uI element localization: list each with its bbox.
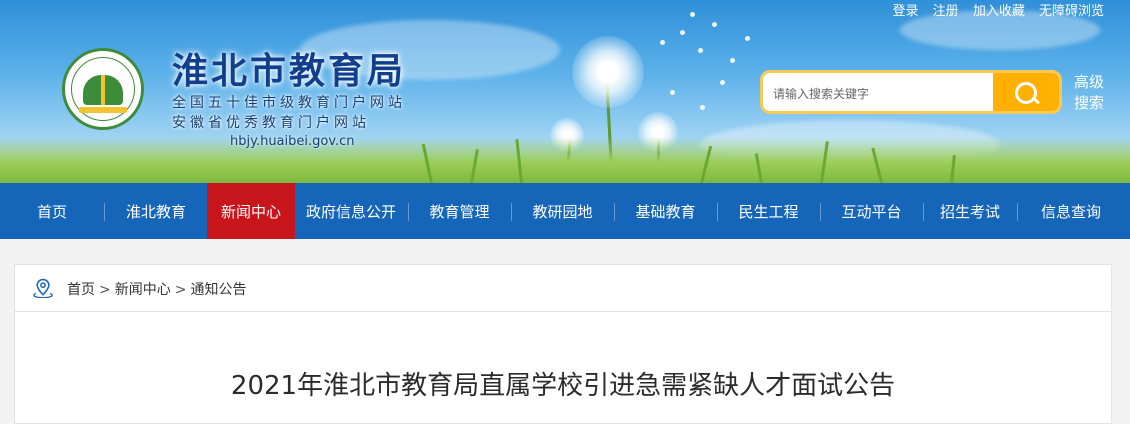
search-input[interactable] [771,81,995,107]
logo-base [79,107,127,113]
add-favorite-link[interactable]: 加入收藏 [973,4,1025,19]
nav-item-enrollment-exams[interactable]: 招生考试 [924,183,1016,239]
article-title: 2021年淮北市教育局直属学校引进急需紧缺人才面试公告 [230,371,896,401]
search-icon-handle [1032,96,1040,105]
nav-item-research-garden[interactable]: 教研园地 [512,183,613,239]
nav-item-info-query[interactable]: 信息查询 [1018,183,1124,239]
nav-item-interactive-platform[interactable]: 互动平台 [821,183,922,239]
site-logo[interactable] [62,48,144,130]
main-nav: 首页 淮北教育 新闻中心 政府信息公开 教育管理 教研园地 基础教育 民生工程 … [0,183,1130,239]
header-banner: 登录 注册 加入收藏 无障碍浏览 淮北市教育局 全国五十佳市级教育门户网站 安徽… [0,0,1130,183]
accessibility-link[interactable]: 无障碍浏览 [1039,4,1104,19]
breadcrumb-news-center[interactable]: 新闻中心 [115,282,171,298]
site-subtitle-2: 安徽省优秀教育门户网站 [172,115,370,131]
nav-item-education-management[interactable]: 教育管理 [409,183,510,239]
content-panel: 首页 > 新闻中心 > 通知公告 2021年淮北市教育局直属学校引进急需紧缺人才面试公告 [14,264,1112,424]
nav-item-livelihood-projects[interactable]: 民生工程 [718,183,819,239]
site-title: 淮北市教育局 [172,50,407,92]
breadcrumb-bar: 首页 > 新闻中心 > 通知公告 [15,265,1111,312]
breadcrumb-separator: > [174,282,187,298]
site-subtitle-1: 全国五十佳市级教育门户网站 [172,95,406,111]
login-link[interactable]: 登录 [893,4,919,19]
grass-decoration [0,137,1130,183]
breadcrumb-separator: > [99,282,111,298]
advanced-search-link[interactable]: 高级搜索 [1074,72,1114,114]
nav-item-basic-education[interactable]: 基础教育 [615,183,716,239]
breadcrumb: 首页 > 新闻中心 > 通知公告 [67,279,246,299]
top-links: 登录 注册 加入收藏 无障碍浏览 [883,0,1104,19]
search-button[interactable] [993,73,1059,111]
breadcrumb-home[interactable]: 首页 [67,282,95,298]
nav-item-huaibei-education[interactable]: 淮北教育 [105,183,207,239]
logo-book-icon [83,75,123,105]
breadcrumb-notices[interactable]: 通知公告 [190,282,246,298]
location-pin-icon [33,278,53,298]
register-link[interactable]: 注册 [933,4,959,19]
nav-item-government-info[interactable]: 政府信息公开 [295,183,407,239]
search-box [760,70,1062,114]
site-domain: hbjy.huaibei.gov.cn [230,134,355,149]
nav-item-home[interactable]: 首页 [0,183,104,239]
nav-item-news-center[interactable]: 新闻中心 [207,183,295,239]
